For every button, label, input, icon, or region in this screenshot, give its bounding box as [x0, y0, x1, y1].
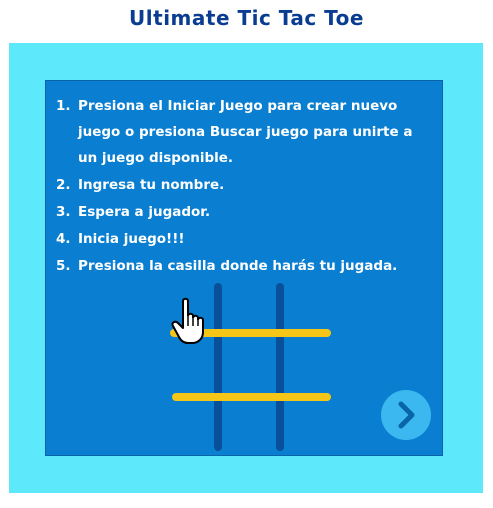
- pointer-hand-icon: [171, 297, 211, 345]
- instructions-panel: 1. Presiona el Iniciar Juego para crear …: [45, 80, 443, 456]
- next-button[interactable]: [381, 390, 431, 440]
- page-title: Ultimate Tic Tac Toe: [129, 6, 364, 30]
- chevron-right-icon: [398, 401, 415, 429]
